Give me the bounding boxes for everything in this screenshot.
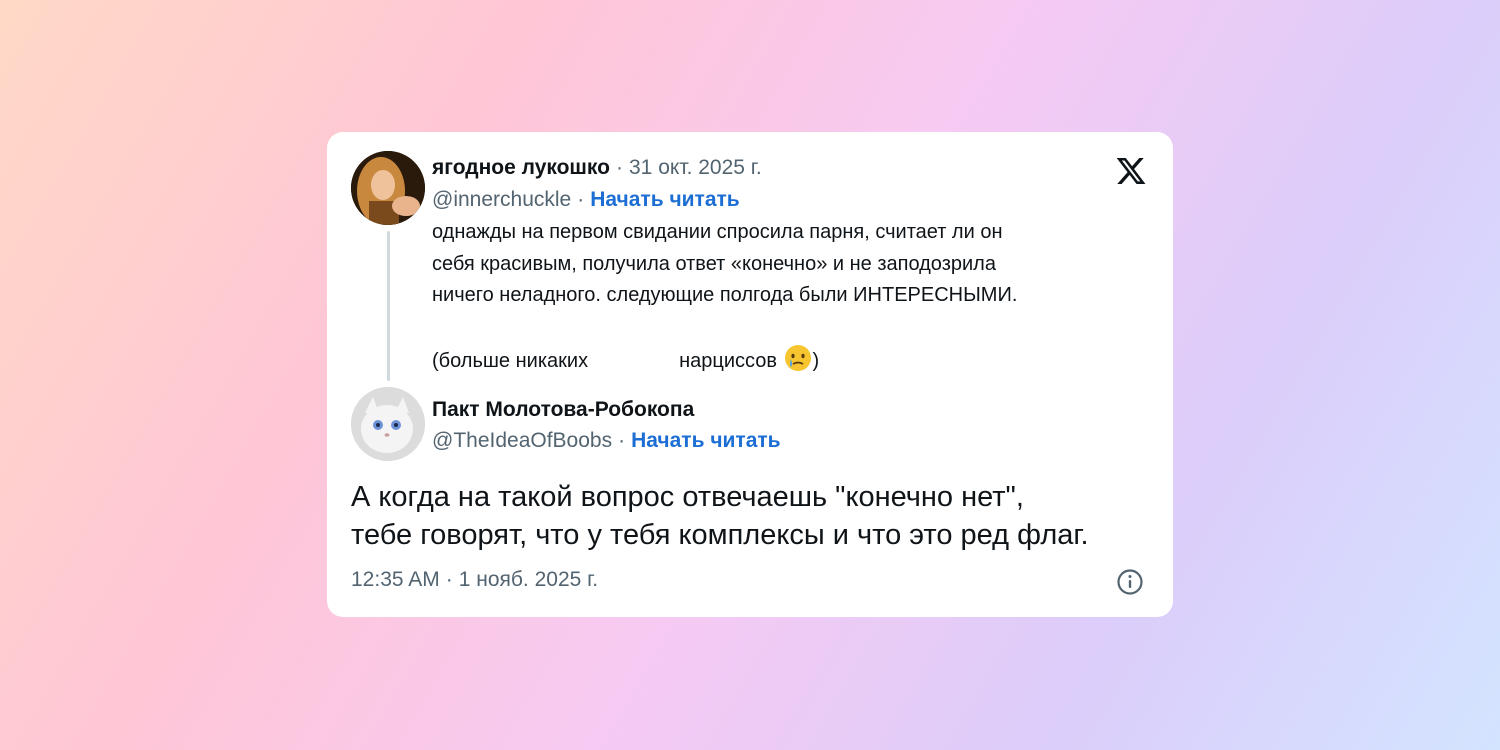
quoted-text-line: ничего неладного. следующие полгода были…: [432, 284, 1018, 306]
reply-text-line: тебе говорят, что у тебя комплексы и что…: [351, 519, 1089, 551]
thread-line: [387, 231, 390, 381]
avatar-reply-author[interactable]: [351, 387, 425, 461]
closing-left-text: (больше никаких: [432, 349, 589, 372]
reply-handle-row: @TheIdeaOfBoobs · Начать читать: [432, 428, 781, 454]
quoted-date[interactable]: 31 окт. 2025 г.: [629, 156, 762, 179]
avatar-quoted-author[interactable]: [351, 151, 425, 225]
quoted-text-line: себя красивым, получила ответ «конечно» …: [432, 252, 996, 275]
reply-text-line: А когда на такой вопрос отвечаешь "конеч…: [351, 481, 1024, 513]
reply-header: Пакт Молотова-Робокопа: [432, 397, 694, 423]
quoted-tweet-text: однажды на первом свидании спросила парн…: [432, 217, 1132, 377]
quoted-handle[interactable]: @innerchuckle: [432, 188, 571, 211]
quoted-closing-line: (больше никаких нарциссов ): [432, 343, 1132, 378]
separator-dot: ·: [445, 568, 453, 591]
reply-tweet-text: А когда на такой вопрос отвечаешь "конеч…: [351, 478, 1151, 554]
tweet-time: 12:35 AM: [351, 568, 440, 591]
tweet-date: 1 нояб. 2025 г.: [458, 568, 599, 591]
quoted-author-name[interactable]: ягодное лукошко: [432, 156, 610, 179]
crying-face-icon: [783, 343, 813, 373]
separator-dot: ·: [577, 188, 585, 211]
separator-dot: ·: [616, 156, 623, 179]
reply-handle[interactable]: @TheIdeaOfBoobs: [432, 429, 612, 452]
separator-dot: ·: [618, 429, 626, 452]
closing-end-text: ): [812, 349, 820, 372]
reply-follow-button[interactable]: Начать читать: [631, 429, 780, 452]
x-logo-icon[interactable]: [1114, 155, 1148, 187]
tweet-card: ягодное лукошко · 31 окт. 2025 г. @innerch…: [327, 132, 1173, 617]
closing-right-text: нарциссов: [679, 349, 777, 372]
quoted-text-line: однажды на первом свидании спросила парн…: [432, 221, 1003, 243]
quoted-handle-row: @innerchuckle · Начать читать: [432, 187, 740, 213]
reply-author-name[interactable]: Пакт Молотова-Робокопа: [432, 398, 694, 421]
tweet-timestamp[interactable]: 12:35 AM · 1 нояб. 2025 г.: [351, 566, 598, 594]
quoted-follow-button[interactable]: Начать читать: [590, 188, 739, 211]
info-icon[interactable]: [1116, 568, 1144, 596]
quoted-header: ягодное лукошко · 31 окт. 2025 г.: [432, 155, 762, 181]
